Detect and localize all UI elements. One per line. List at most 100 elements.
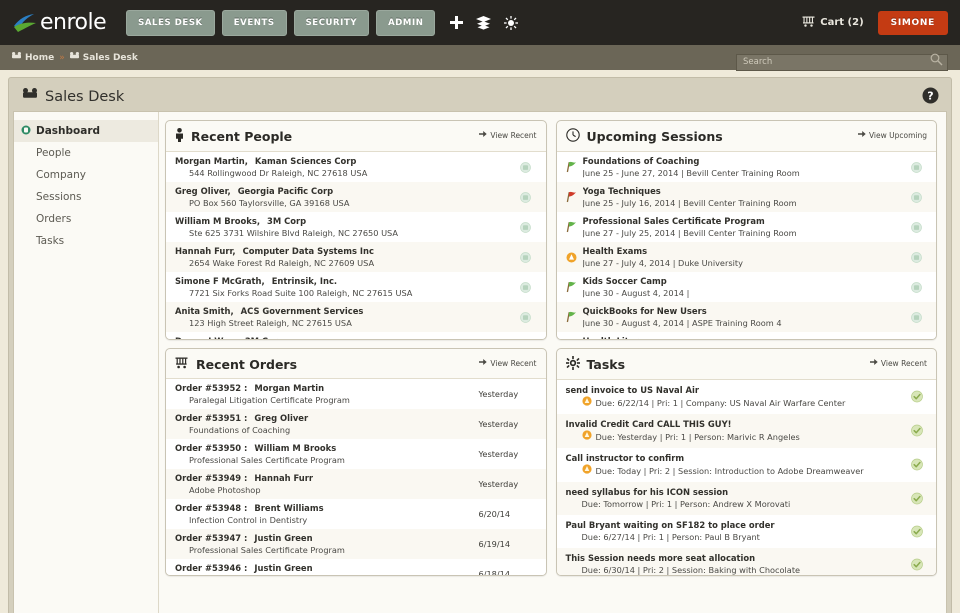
layers-icon[interactable] (476, 15, 492, 30)
table-row[interactable]: Order #53948 : Brent Williams Infection Co… (166, 499, 546, 529)
list-item[interactable]: Foundations of Coaching June 25 - June 27… (556, 152, 936, 182)
contact-icon[interactable] (520, 308, 531, 327)
list-item[interactable]: Health Exams June 27 - July 4, 2014 | Duk… (556, 242, 936, 272)
view-link-label: View Recent (490, 130, 537, 140)
list-item[interactable]: Donna J Woo,3M CorpPO Box 2206 Raleigh, … (166, 332, 546, 339)
check-icon[interactable] (911, 422, 923, 441)
table-row[interactable]: Order #53952 : Morgan Martin Paralegal Lit… (166, 379, 546, 409)
nav-button-admin[interactable]: ADMIN (376, 9, 436, 36)
arrow-right-icon (857, 130, 866, 140)
sidebar-item-tasks[interactable]: Tasks (14, 230, 158, 252)
list-item[interactable]: Morgan Martin, Kaman Sciences Corp 544 Rol… (166, 152, 546, 182)
list-item[interactable]: send invoice to US Naval Air Due: 6/22/14… (556, 380, 936, 414)
contact-icon[interactable] (910, 158, 922, 177)
list-item[interactable]: Professional Sales Certificate Program Ju… (556, 212, 936, 242)
sidebar-item-people[interactable]: People (14, 142, 158, 164)
view-recent-people-link[interactable]: View Recent (479, 130, 537, 140)
row-action-icon (905, 218, 927, 237)
check-icon[interactable] (911, 456, 923, 475)
task-complete-button[interactable] (911, 456, 923, 475)
sidebar-item-orders[interactable]: Orders (14, 208, 158, 230)
table-row[interactable]: Order #53947 : Justin Green Professional S… (166, 529, 546, 559)
list-item[interactable]: Paul Bryant waiting on SF182 to place or… (556, 515, 936, 548)
table-row[interactable]: Order #53951 : Greg Oliver Foundations of … (166, 409, 546, 439)
order-program: Paralegal Litigation Certificate Program (175, 574, 479, 575)
sidebar-item-dashboard[interactable]: Dashboard (14, 120, 158, 142)
list-item[interactable]: Health LiteracyJuly 1 - July 7, 2014 | D… (556, 332, 936, 340)
order-date: 6/19/14 (478, 539, 511, 549)
user-menu-button[interactable]: SIMONE (877, 10, 948, 35)
order-person: Morgan Martin (254, 383, 325, 393)
list-item[interactable]: Call instructor to confirm Due: Today | P… (556, 448, 936, 482)
task-complete-button[interactable] (911, 489, 923, 508)
table-row[interactable]: Order #53950 : William M Brooks Profession… (166, 439, 546, 469)
task-complete-button[interactable] (911, 522, 923, 541)
list-item[interactable]: This Session needs more seat allocation D… (556, 548, 936, 575)
view-link-label: View Recent (880, 358, 927, 368)
contact-icon[interactable] (520, 248, 531, 267)
contact-icon[interactable] (520, 218, 531, 237)
nav-button-events[interactable]: EVENTS (221, 9, 287, 36)
cart-label: Cart (2) (820, 17, 864, 28)
task-complete-button[interactable] (911, 422, 923, 441)
contact-icon[interactable] (911, 338, 922, 340)
contact-icon[interactable] (520, 338, 531, 340)
list-item[interactable]: Invalid Credit Card CALL THIS GUY! Due: Y… (556, 414, 936, 448)
contact-icon[interactable] (910, 218, 922, 237)
list-item[interactable]: Hannah Furr, Computer Data Systems Inc 265… (166, 242, 546, 272)
order-number: Order #53948 : (175, 503, 248, 513)
person-name-company: Morgan Martin, Kaman Sciences Corp (175, 155, 515, 167)
phone-icon (23, 87, 37, 106)
row-action-icon (515, 278, 537, 297)
nav-button-security[interactable]: SECURITY (293, 9, 370, 36)
person-name: Hannah Furr, (175, 246, 236, 256)
sun-icon[interactable] (504, 15, 519, 30)
check-icon[interactable] (911, 388, 923, 407)
person-company: Computer Data Systems Inc (242, 246, 374, 256)
check-icon[interactable] (911, 522, 923, 541)
list-item[interactable]: QuickBooks for New Users June 30 - August… (556, 302, 936, 332)
brand-logo[interactable]: enrole (12, 10, 107, 35)
top-right-controls: Cart (2) SIMONE (802, 0, 948, 45)
contact-icon[interactable] (520, 188, 531, 207)
page-shell: Sales Desk ? Dashboard People Company Se… (8, 77, 952, 613)
view-upcoming-sessions-link[interactable]: View Upcoming (857, 130, 927, 140)
breadcrumb-current[interactable]: Sales Desk (69, 51, 138, 64)
order-number-person: Order #53949 : Hannah Furr (175, 472, 479, 484)
check-icon[interactable] (911, 555, 923, 574)
flag-green-icon (566, 158, 577, 177)
search-box (736, 49, 948, 71)
order-person: Hannah Furr (254, 473, 314, 483)
list-item[interactable]: Anita Smith, ACS Government Services 123 H… (166, 302, 546, 332)
list-item[interactable]: Yoga Techniques June 25 - July 16, 2014 |… (556, 182, 936, 212)
contact-icon[interactable] (910, 308, 922, 327)
contact-icon[interactable] (520, 278, 531, 297)
arrow-right-icon (869, 358, 878, 368)
check-icon[interactable] (911, 489, 923, 508)
breadcrumb-home[interactable]: Home (12, 51, 54, 64)
view-recent-tasks-link[interactable]: View Recent (869, 358, 927, 368)
cart-button[interactable]: Cart (2) (802, 15, 864, 30)
task-complete-button[interactable] (911, 388, 923, 407)
list-item[interactable]: Kids Soccer Camp June 30 - August 4, 2014… (556, 272, 936, 302)
search-input[interactable] (736, 53, 948, 71)
contact-icon[interactable] (910, 188, 922, 207)
help-icon[interactable]: ? (922, 87, 939, 108)
task-complete-button[interactable] (911, 555, 923, 574)
search-icon[interactable] (930, 51, 943, 70)
list-item[interactable]: Simone F McGrath, Entrinsik, Inc. 7721 Six… (166, 272, 546, 302)
sidebar-item-sessions[interactable]: Sessions (14, 186, 158, 208)
list-item[interactable]: William M Brooks, 3M Corp Ste 625 3731 Wil… (166, 212, 546, 242)
nav-button-sales-desk[interactable]: SALES DESK (126, 9, 215, 36)
table-row[interactable]: Order #53946 : Justin GreenParalegal Liti… (166, 559, 546, 575)
contact-icon[interactable] (910, 278, 922, 297)
table-row[interactable]: Order #53949 : Hannah Furr Adobe Photoshop… (166, 469, 546, 499)
list-item[interactable]: Greg Oliver, Georgia Pacific Corp PO Box 5… (166, 182, 546, 212)
plus-icon[interactable] (450, 16, 464, 29)
card-upcoming-sessions: Upcoming Sessions View Upcoming Foundati… (555, 120, 937, 340)
sidebar-item-company[interactable]: Company (14, 164, 158, 186)
contact-icon[interactable] (910, 248, 922, 267)
view-recent-orders-link[interactable]: View Recent (479, 358, 537, 368)
list-item[interactable]: need syllabus for his ICON session Due: T… (556, 482, 936, 515)
contact-icon[interactable] (520, 158, 531, 177)
